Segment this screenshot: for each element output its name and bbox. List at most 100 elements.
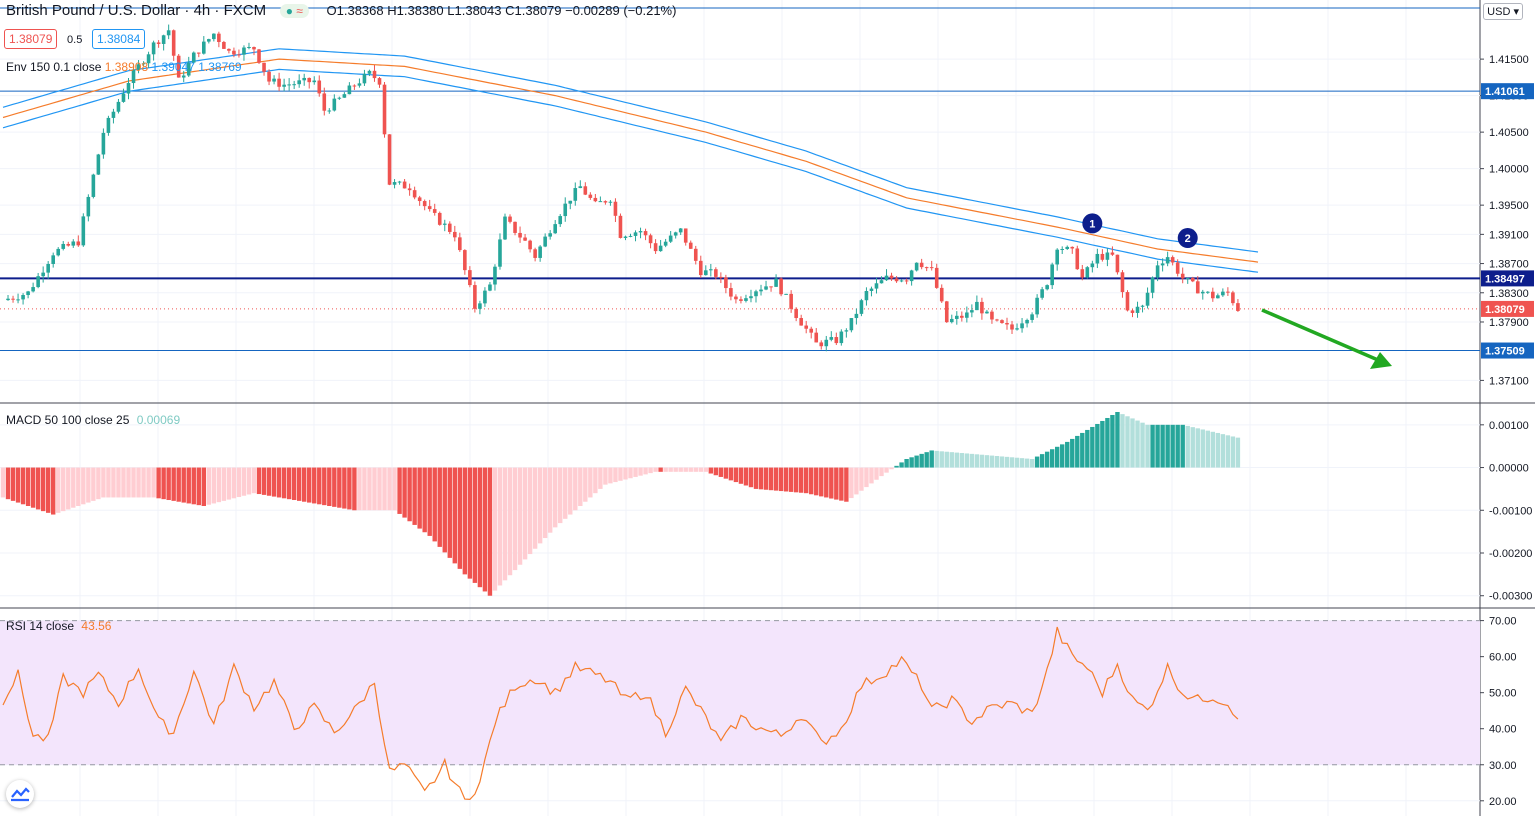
candle-body: [814, 332, 819, 343]
macd-bar: [397, 467, 402, 514]
macd-bar: [593, 467, 598, 494]
candle: [207, 38, 211, 44]
candle-body: [774, 278, 778, 287]
candle-body: [929, 267, 934, 269]
candle: [543, 233, 547, 248]
macd-bar: [1070, 438, 1075, 468]
candle-body: [1005, 323, 1009, 325]
candle-body: [779, 278, 783, 295]
marker-1[interactable]: 1: [1082, 213, 1103, 234]
envelope-up-line: [2, 48, 1259, 253]
candle-body: [1060, 249, 1065, 251]
candle: [929, 260, 934, 271]
candle-body: [819, 342, 824, 347]
buy-button[interactable]: 1.38084: [91, 29, 146, 49]
candle: [995, 318, 999, 322]
candle: [528, 239, 532, 253]
macd-bar: [884, 467, 889, 473]
macd-bar: [1145, 424, 1150, 468]
macd-bar: [527, 467, 533, 555]
macd-bar: [999, 456, 1005, 468]
candle-body: [683, 228, 688, 243]
rsi-legend[interactable]: RSI 14 close 43.56: [6, 619, 111, 633]
candle: [985, 309, 989, 314]
candle-body: [678, 228, 683, 233]
macd-bar: [753, 467, 759, 489]
candle-body: [382, 84, 387, 135]
macd-bar: [778, 467, 784, 492]
macd-bar: [673, 467, 678, 472]
macd-bar: [798, 467, 804, 493]
candle: [202, 36, 206, 55]
macd-bar: [206, 467, 212, 505]
candle-body: [247, 46, 251, 48]
macd-bar: [141, 467, 146, 498]
candle: [332, 94, 337, 112]
candle-body: [879, 280, 884, 284]
candle-body: [563, 203, 568, 217]
trend-arrow[interactable]: [1261, 308, 1392, 369]
macd-bar: [1080, 432, 1085, 468]
candle: [302, 73, 306, 86]
macd-bar: [703, 467, 708, 472]
candle-body: [623, 236, 628, 238]
macd-bar: [1185, 425, 1190, 468]
macd-bar: [302, 467, 307, 502]
candle-body: [61, 243, 66, 249]
candle: [493, 264, 497, 291]
macd-bar: [1125, 416, 1130, 468]
chart-canvas[interactable]: 12 1.415001.410001.405001.400001.395001.…: [0, 0, 1535, 816]
candle-body: [884, 275, 889, 281]
macd-bar: [101, 467, 106, 498]
candle: [1040, 286, 1044, 300]
candle-body: [262, 62, 266, 72]
candle: [704, 265, 708, 276]
candle: [884, 269, 889, 281]
sell-button[interactable]: 1.38079: [4, 29, 58, 49]
candle-body: [126, 83, 131, 94]
macd-bar: [5, 467, 11, 500]
candle: [789, 290, 793, 313]
macd-legend[interactable]: MACD 50 100 close 25 0.00069: [6, 413, 180, 427]
candle-body: [839, 331, 844, 344]
candle: [769, 286, 773, 292]
envelope-legend[interactable]: Env 150 0.1 close 1.38908 1.39047 1.3876…: [6, 60, 242, 74]
macd-bar: [839, 467, 844, 501]
candle-body: [503, 216, 507, 240]
macd-bar: [106, 467, 111, 498]
macd-bar: [412, 467, 417, 525]
macd-bar: [698, 467, 703, 472]
candle: [156, 40, 161, 48]
macd-bar: [322, 467, 327, 506]
macd-bar: [578, 467, 583, 506]
candle: [980, 297, 984, 320]
candle: [784, 293, 788, 295]
candle-body: [6, 298, 10, 301]
candle-body: [1190, 278, 1195, 282]
candle-body: [980, 301, 984, 314]
candle: [744, 294, 748, 303]
candle: [287, 78, 291, 91]
currency-selector[interactable]: USD ▾: [1483, 3, 1523, 20]
candle-body: [292, 84, 296, 86]
axis-tick-label: 1.41500: [1489, 54, 1529, 66]
axis-tick-label: 1.38300: [1489, 288, 1529, 300]
envelope-mid-value: 1.38908: [104, 60, 149, 74]
macd-bar: [1230, 436, 1236, 468]
candle-body: [212, 33, 216, 40]
candle: [864, 287, 869, 306]
candle-body: [417, 197, 422, 202]
candle: [1035, 294, 1039, 318]
macd-bar: [688, 467, 693, 472]
candle: [1065, 245, 1070, 250]
market-status-icon[interactable]: ● ≈: [279, 4, 309, 18]
envelope-label: Env 150 0.1 close: [6, 60, 102, 74]
ohlc-high: H1.38380: [387, 3, 444, 18]
chart-markers[interactable]: 12: [1082, 213, 1198, 249]
candle: [1045, 284, 1049, 291]
candle-body: [342, 94, 347, 98]
candle-body: [357, 83, 362, 86]
tradingview-logo-icon[interactable]: [6, 780, 34, 808]
candle-body: [282, 84, 286, 87]
marker-2[interactable]: 2: [1177, 228, 1198, 249]
